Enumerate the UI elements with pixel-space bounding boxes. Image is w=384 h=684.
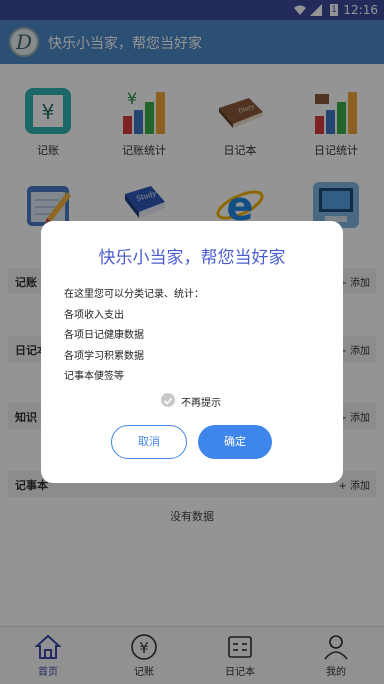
check-icon	[163, 397, 173, 405]
dialog-title: 快乐小当家，帮您当好家	[98, 248, 286, 268]
dialog-list-item: 各项日记健康数据	[64, 330, 144, 341]
dont-show-again-label[interactable]: 不再提示	[181, 394, 221, 409]
dont-show-again-checkbox[interactable]	[161, 393, 175, 407]
dialog-list-item: 记事本便签等	[64, 371, 124, 382]
confirm-button[interactable]: 确定	[198, 425, 272, 459]
dialog-list-item: 各项学习积累数据	[64, 351, 144, 362]
welcome-dialog: 快乐小当家，帮您当好家 在这里您可以分类记录、统计： 各项收入支出 各项日记健康…	[41, 221, 343, 483]
dialog-list-item: 各项收入支出	[64, 310, 124, 321]
dialog-intro: 在这里您可以分类记录、统计：	[64, 289, 204, 300]
cancel-button[interactable]: 取消	[111, 425, 187, 459]
